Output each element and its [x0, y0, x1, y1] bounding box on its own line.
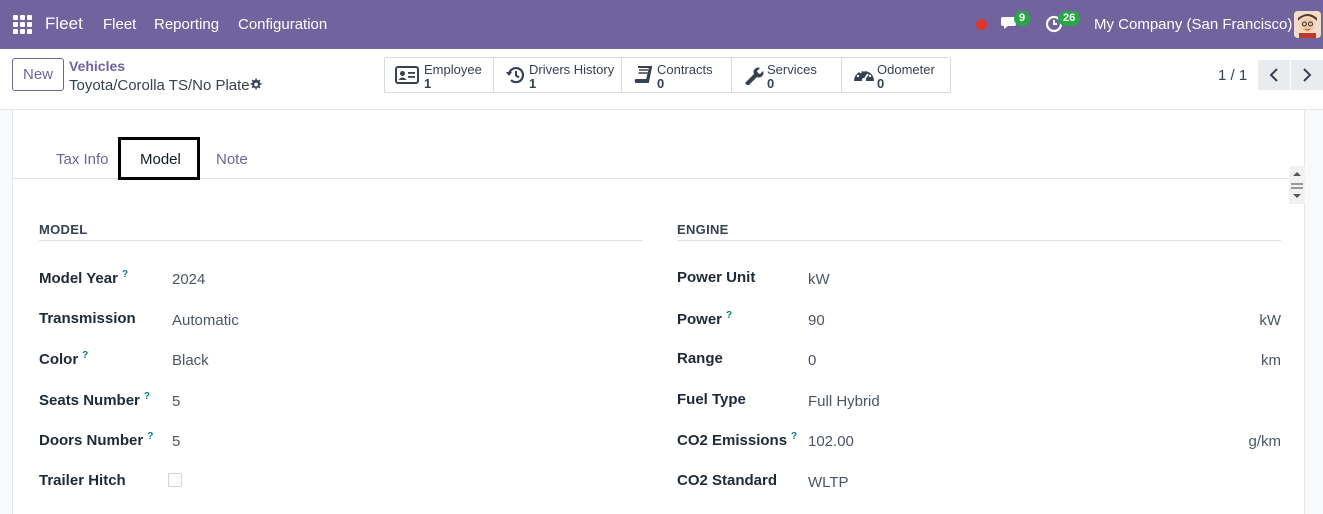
tab-model[interactable]: Model — [140, 151, 181, 168]
engine-group-divider — [677, 240, 1281, 241]
co2-standard-field[interactable]: WLTP — [808, 474, 849, 491]
smart-button-services[interactable]: Services 0 — [732, 58, 842, 92]
help-tooltip-icon[interactable]: ? — [82, 350, 88, 361]
app-brand[interactable]: Fleet — [45, 14, 83, 34]
power-unit-field[interactable]: kW — [808, 271, 830, 288]
label-power: Power? — [677, 310, 733, 328]
power-field[interactable]: 90 — [808, 312, 825, 329]
record-title: Toyota/Corolla TS/No Plate — [69, 77, 250, 94]
menu-reporting[interactable]: Reporting — [154, 16, 219, 33]
pager-value[interactable]: 1 / 1 — [1218, 67, 1247, 84]
help-tooltip-icon[interactable]: ? — [726, 310, 732, 321]
smart-button-label: Services — [767, 62, 817, 77]
model-group-divider — [39, 240, 643, 241]
smart-button-label: Contracts — [657, 62, 713, 77]
color-field[interactable]: Black — [172, 352, 209, 369]
label-co2-emissions: CO2 Emissions? — [677, 431, 798, 449]
fuel-type-field[interactable]: Full Hybrid — [808, 393, 880, 410]
app-grid-icon[interactable] — [13, 15, 32, 34]
range-unit-label: km — [1261, 352, 1281, 369]
label-co2-standard: CO2 Standard — [677, 472, 778, 489]
doors-number-field[interactable]: 5 — [172, 433, 180, 450]
smart-button-employee[interactable]: Employee 1 — [385, 58, 494, 92]
smart-button-label: Odometer — [877, 62, 935, 77]
label-doors-number: Doors Number? — [39, 431, 154, 449]
range-field[interactable]: 0 — [808, 352, 816, 369]
label-trailer-hitch: Trailer Hitch — [39, 472, 126, 489]
book-icon — [634, 66, 653, 83]
control-panel: New Vehicles Toyota/Corolla TS/No Plate … — [0, 49, 1323, 110]
smart-button-odometer[interactable]: Odometer 0 — [842, 58, 950, 92]
smart-button-value: 0 — [767, 76, 775, 91]
gear-icon[interactable] — [249, 78, 262, 91]
model-year-field[interactable]: 2024 — [172, 271, 205, 288]
smart-button-label: Employee — [424, 62, 482, 77]
label-transmission: Transmission — [39, 310, 136, 327]
smart-button-value: 0 — [877, 76, 885, 91]
power-unit-label: kW — [1259, 312, 1281, 329]
top-navbar: Fleet Fleet Reporting Configuration 9 26… — [0, 0, 1323, 49]
seats-number-field[interactable]: 5 — [172, 393, 180, 410]
history-icon — [506, 67, 525, 84]
label-seats-number: Seats Number? — [39, 391, 150, 409]
form-sheet: Tax Info Model Note MODEL Model Year? 20… — [12, 110, 1306, 514]
pager-previous-button[interactable] — [1258, 60, 1290, 90]
help-tooltip-icon[interactable]: ? — [791, 431, 797, 442]
activities-badge: 26 — [1058, 11, 1081, 26]
model-group-title: MODEL — [39, 222, 88, 237]
breadcrumb-vehicles[interactable]: Vehicles — [69, 58, 125, 74]
tab-tax-info[interactable]: Tax Info — [56, 151, 109, 168]
tachometer-icon — [854, 69, 874, 82]
chevron-left-icon — [1269, 68, 1278, 82]
menu-fleet[interactable]: Fleet — [103, 16, 136, 33]
pager-next-button[interactable] — [1291, 60, 1323, 90]
messages-icon[interactable]: 9 — [1001, 11, 1031, 34]
chevron-right-icon — [1303, 68, 1312, 82]
smart-button-contracts[interactable]: Contracts 0 — [622, 58, 732, 92]
smart-button-value: 0 — [657, 76, 665, 91]
trailer-hitch-checkbox[interactable] — [168, 473, 182, 487]
label-fuel-type: Fuel Type — [677, 391, 746, 408]
help-tooltip-icon[interactable]: ? — [147, 431, 153, 442]
user-avatar[interactable] — [1294, 11, 1321, 38]
smart-button-value: 1 — [424, 76, 432, 91]
label-color: Color? — [39, 350, 89, 368]
smart-button-drivers-history[interactable]: Drivers History 1 — [494, 58, 622, 92]
co2-unit-label: g/km — [1248, 433, 1281, 450]
transmission-field[interactable]: Automatic — [172, 312, 239, 329]
wrench-icon — [745, 67, 764, 85]
help-tooltip-icon[interactable]: ? — [122, 269, 128, 280]
co2-emissions-field[interactable]: 102.00 — [808, 433, 854, 450]
engine-group-title: ENGINE — [677, 222, 729, 237]
notebook-tabs: Tax Info Model Note — [13, 137, 1306, 204]
help-tooltip-icon[interactable]: ? — [144, 391, 150, 402]
menu-configuration[interactable]: Configuration — [238, 16, 327, 33]
company-switcher[interactable]: My Company (San Francisco) — [1094, 16, 1292, 33]
label-model-year: Model Year? — [39, 269, 129, 287]
label-range: Range — [677, 350, 723, 367]
activities-icon[interactable]: 26 — [1045, 11, 1081, 34]
new-button[interactable]: New — [12, 58, 64, 91]
smart-buttons: Employee 1 Drivers History 1 Contracts 0… — [384, 57, 951, 93]
id-card-icon — [395, 66, 419, 84]
recording-dot-icon[interactable] — [976, 19, 987, 30]
tabs-scrollbar[interactable] — [1289, 166, 1305, 204]
tab-note[interactable]: Note — [216, 151, 248, 168]
label-power-unit: Power Unit — [677, 269, 756, 286]
smart-button-value: 1 — [529, 76, 537, 91]
messages-badge: 9 — [1014, 11, 1031, 26]
smart-button-label: Drivers History — [529, 62, 615, 77]
